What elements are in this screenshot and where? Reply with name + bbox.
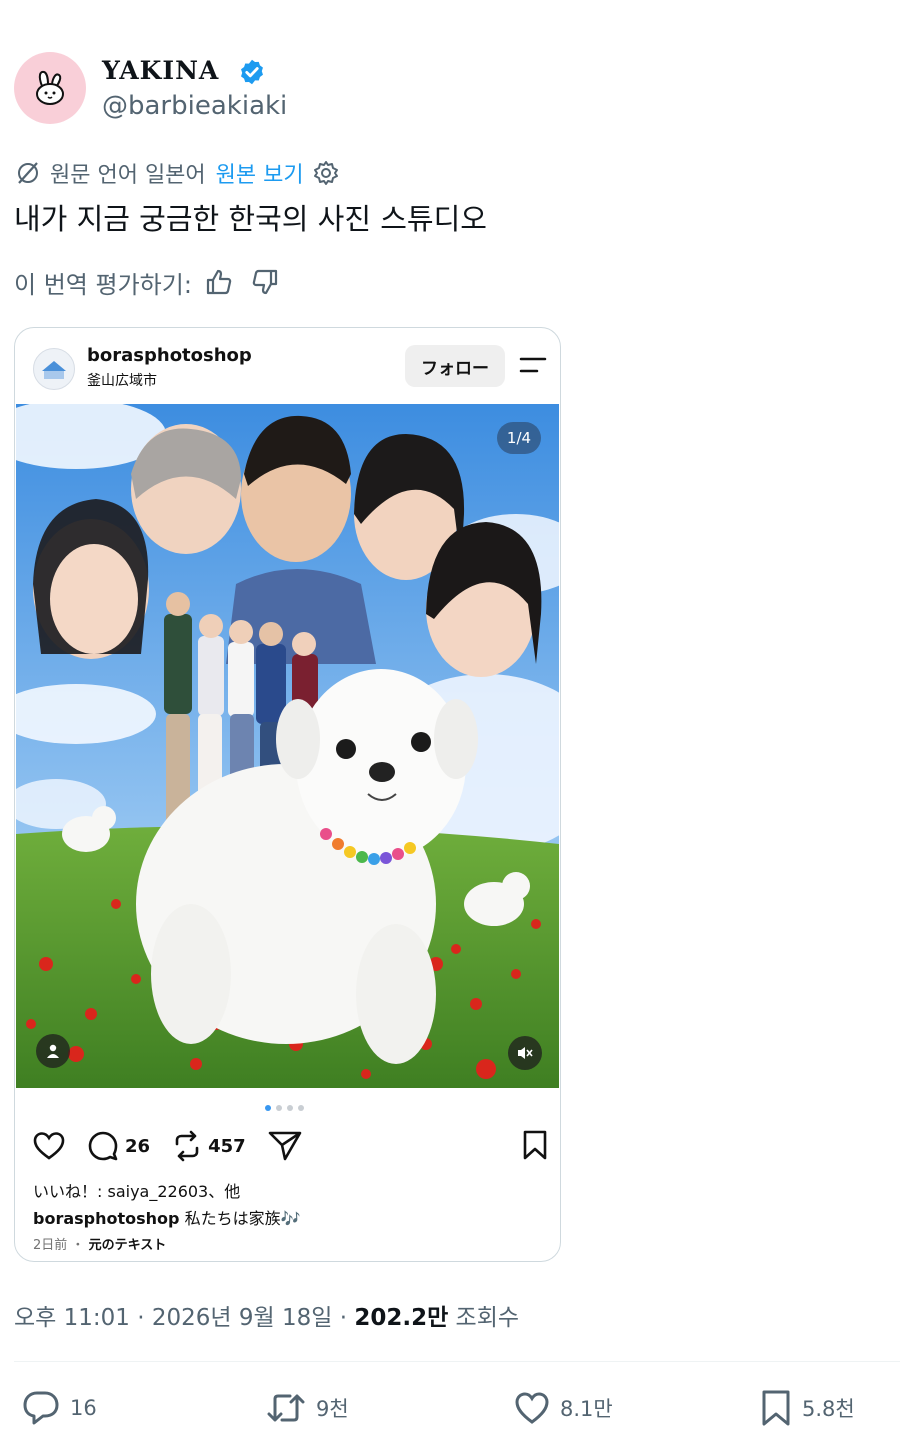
bookmark-icon bbox=[523, 1130, 547, 1160]
comment-count: 26 bbox=[125, 1135, 151, 1157]
show-original-link[interactable]: 원본 보기 bbox=[216, 157, 304, 189]
bookmark-icon bbox=[762, 1390, 790, 1426]
like-count: 8.1만 bbox=[560, 1397, 613, 1421]
view-count: 202.2만 bbox=[354, 1305, 449, 1331]
repost-count: 457 bbox=[208, 1135, 246, 1157]
carousel-dot bbox=[298, 1105, 304, 1111]
reply-button[interactable]: 16 bbox=[22, 1388, 97, 1428]
tweet-timestamp: 오후 11:01 · 2026년 9월 18일 · 202.2만 조회수 bbox=[14, 1298, 519, 1332]
save-button[interactable] bbox=[522, 1130, 548, 1160]
timestamp-text[interactable]: 오후 11:01 · 2026년 9월 18일 · bbox=[14, 1305, 354, 1331]
carousel-dot bbox=[287, 1105, 293, 1111]
post-actions: 26 457 bbox=[33, 1128, 548, 1164]
post-username[interactable]: borasphotoshop bbox=[87, 345, 252, 366]
thumbs-up-icon[interactable] bbox=[204, 267, 234, 297]
retweet-count: 9천 bbox=[316, 1397, 349, 1421]
share-button[interactable] bbox=[268, 1130, 302, 1162]
repost-icon bbox=[175, 1130, 199, 1162]
person-icon bbox=[47, 1044, 59, 1058]
rate-translation-label: 이 번역 평가하기: bbox=[14, 270, 192, 299]
post-location[interactable]: 釜山広域市 bbox=[87, 370, 157, 390]
caption-username[interactable]: borasphotoshop bbox=[33, 1209, 180, 1228]
studio-logo[interactable] bbox=[33, 348, 75, 390]
rate-translation-row: 이 번역 평가하기: bbox=[14, 264, 280, 300]
likes-line[interactable]: いいね！: saiya_22603、他 bbox=[33, 1178, 240, 1202]
like-button[interactable] bbox=[33, 1131, 65, 1161]
send-icon bbox=[268, 1131, 301, 1161]
embedded-instagram-post[interactable]: borasphotoshop 釜山広域市 フォロー 1/4 26 457 いいね… bbox=[14, 327, 561, 1262]
meta-separator: ・ bbox=[71, 1238, 85, 1253]
bookmark-count: 5.8천 bbox=[802, 1397, 855, 1421]
post-time: 2日前 bbox=[33, 1238, 68, 1253]
comment-icon bbox=[88, 1131, 118, 1161]
divider bbox=[14, 1361, 900, 1362]
post-header: borasphotoshop 釜山広域市 フォロー bbox=[15, 328, 560, 404]
translation-note: 원문 언어 일본어 bbox=[50, 163, 206, 188]
verified-badge-icon bbox=[241, 59, 263, 85]
caption-text: 私たちは家族🎶 bbox=[184, 1209, 301, 1228]
follow-button[interactable]: フォロー bbox=[405, 345, 505, 387]
handle[interactable]: @barbieakiaki bbox=[102, 91, 287, 121]
thumbs-down-icon[interactable] bbox=[250, 267, 280, 297]
carousel-dots bbox=[265, 1105, 304, 1111]
menu-icon[interactable] bbox=[519, 356, 547, 374]
translate-icon bbox=[18, 162, 38, 184]
comment-button[interactable] bbox=[87, 1130, 119, 1162]
tagged-people-button[interactable] bbox=[36, 1034, 70, 1068]
retweet-icon bbox=[267, 1394, 305, 1422]
see-original-link[interactable]: 元のテキスト bbox=[89, 1238, 167, 1253]
carousel-dot-active bbox=[265, 1105, 271, 1111]
translation-row: 원문 언어 일본어 원본 보기 bbox=[14, 156, 340, 190]
post-meta: 2日前 ・ 元のテキスト bbox=[33, 1234, 166, 1253]
mute-button[interactable] bbox=[508, 1036, 542, 1070]
display-name[interactable]: YAKINA bbox=[102, 56, 219, 85]
avatar[interactable] bbox=[14, 52, 86, 124]
heart-icon bbox=[515, 1392, 549, 1424]
carousel-dot bbox=[276, 1105, 282, 1111]
post-photo[interactable]: 1/4 bbox=[16, 404, 559, 1088]
bookmark-button[interactable]: 5.8천 bbox=[760, 1388, 855, 1428]
image-counter: 1/4 bbox=[497, 422, 541, 454]
gear-icon[interactable] bbox=[312, 159, 340, 187]
reply-icon bbox=[23, 1391, 59, 1425]
bunny-icon bbox=[36, 70, 64, 105]
reply-count: 16 bbox=[70, 1396, 97, 1420]
muted-speaker-icon bbox=[518, 1047, 533, 1059]
caption: borasphotoshop 私たちは家族🎶 bbox=[33, 1205, 301, 1229]
retweet-button[interactable]: 9천 bbox=[266, 1388, 349, 1428]
repost-button[interactable] bbox=[172, 1130, 202, 1162]
views-label: 조회수 bbox=[448, 1305, 520, 1331]
like-tweet-button[interactable]: 8.1만 bbox=[514, 1388, 613, 1428]
tweet-text: 내가 지금 궁금한 한국의 사진 스튜디오 bbox=[14, 202, 487, 236]
heart-icon bbox=[33, 1132, 65, 1160]
